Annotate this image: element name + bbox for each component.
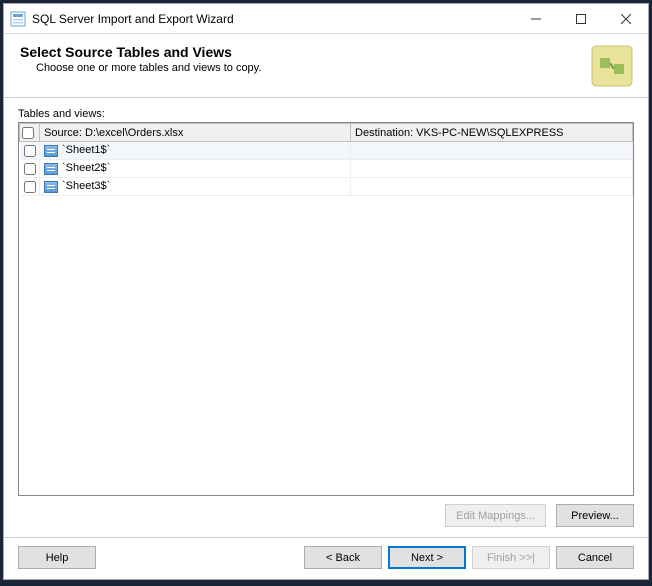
- row-checkbox[interactable]: [24, 145, 36, 157]
- page-subtitle: Choose one or more tables and views to c…: [36, 62, 632, 74]
- cancel-button[interactable]: Cancel: [556, 546, 634, 569]
- preview-button[interactable]: Preview...: [556, 504, 634, 527]
- source-name: `Sheet2$`: [62, 162, 110, 174]
- back-button[interactable]: < Back: [304, 546, 382, 569]
- row-checkbox[interactable]: [24, 181, 36, 193]
- minimize-button[interactable]: [513, 4, 558, 33]
- sheet-icon: [44, 145, 58, 157]
- destination-cell[interactable]: [351, 178, 633, 196]
- destination-cell[interactable]: [351, 142, 633, 160]
- source-name: `Sheet1$`: [62, 144, 110, 156]
- window-title: SQL Server Import and Export Wizard: [32, 12, 513, 26]
- wizard-body: Tables and views: Source: D:\excel\Order…: [4, 98, 648, 537]
- destination-column-header[interactable]: Destination: VKS-PC-NEW\SQLEXPRESS: [351, 124, 633, 142]
- page-title: Select Source Tables and Views: [20, 44, 632, 60]
- sheet-icon: [44, 163, 58, 175]
- wizard-window: SQL Server Import and Export Wizard Sele…: [3, 3, 649, 580]
- wizard-footer: Help < Back Next > Finish >>| Cancel: [4, 537, 648, 579]
- source-cell: `Sheet1$`: [40, 142, 351, 160]
- window-controls: [513, 4, 648, 33]
- sheet-icon: [44, 181, 58, 193]
- next-button[interactable]: Next >: [388, 546, 466, 569]
- destination-cell[interactable]: [351, 160, 633, 178]
- source-cell: `Sheet2$`: [40, 160, 351, 178]
- row-checkbox[interactable]: [24, 163, 36, 175]
- tables-grid-container: Source: D:\excel\Orders.xlsx Destination…: [18, 122, 634, 496]
- edit-mappings-button[interactable]: Edit Mappings...: [445, 504, 546, 527]
- maximize-button[interactable]: [558, 4, 603, 33]
- select-all-checkbox[interactable]: [22, 127, 34, 139]
- source-cell: `Sheet3$`: [40, 178, 351, 196]
- source-name: `Sheet3$`: [62, 180, 110, 192]
- table-row[interactable]: `Sheet3$`: [20, 178, 633, 196]
- source-column-header[interactable]: Source: D:\excel\Orders.xlsx: [40, 124, 351, 142]
- close-button[interactable]: [603, 4, 648, 33]
- table-row[interactable]: `Sheet2$`: [20, 160, 633, 178]
- tables-grid[interactable]: Source: D:\excel\Orders.xlsx Destination…: [19, 123, 633, 196]
- app-icon: [10, 11, 26, 27]
- tables-views-label: Tables and views:: [18, 108, 634, 120]
- table-row[interactable]: `Sheet1$`: [20, 142, 633, 160]
- wizard-header: Select Source Tables and Views Choose on…: [4, 34, 648, 98]
- select-all-header[interactable]: [20, 124, 40, 142]
- titlebar: SQL Server Import and Export Wizard: [4, 4, 648, 34]
- help-button[interactable]: Help: [18, 546, 96, 569]
- finish-button[interactable]: Finish >>|: [472, 546, 550, 569]
- grid-action-buttons: Edit Mappings... Preview...: [18, 496, 634, 531]
- wizard-icon: [586, 40, 638, 92]
